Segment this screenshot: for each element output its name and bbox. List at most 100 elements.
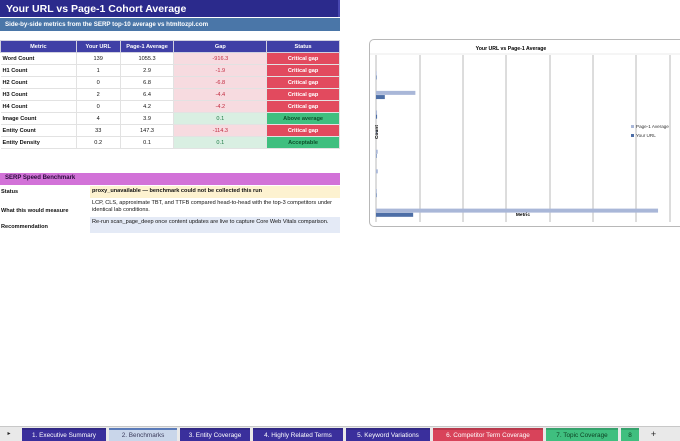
status-cell[interactable]: Critical gap — [266, 124, 340, 137]
bar-h3-count-your-url — [376, 153, 377, 158]
bar-word-count-your-url — [376, 212, 414, 217]
status-cell[interactable]: Critical gap — [266, 76, 340, 89]
page1-average-cell[interactable]: 3.9 — [119, 112, 175, 125]
sheet-tab[interactable]: 4. Highly Related Terms — [253, 428, 343, 441]
sheet-tab[interactable]: 3. Entity Coverage — [180, 428, 250, 441]
column-header[interactable]: Metric — [0, 40, 77, 53]
status-label: Status — [1, 189, 19, 195]
measure-value-cell[interactable]: LCP, CLS, approximate TBT, and TTFB comp… — [90, 198, 340, 217]
bar-entity-density-your-url — [376, 75, 377, 80]
status-cell[interactable]: Critical gap — [266, 88, 340, 101]
serp-recommendation-row: Recommendation Re-run scan_page_deep onc… — [0, 217, 340, 233]
page-title: Your URL vs Page-1 Cohort Average — [0, 0, 340, 17]
bar-entity-density-page-1-average — [376, 71, 377, 76]
legend-swatch — [631, 134, 634, 137]
table-row: Entity Density 0.2 0.1 0.1 Acceptable — [0, 136, 340, 149]
page1-average-cell[interactable]: 1055.3 — [119, 52, 175, 65]
page-subtitle: Side-by-side metrics from the SERP top-1… — [0, 18, 340, 31]
status-cell[interactable]: Critical gap — [266, 100, 340, 113]
plus-icon[interactable]: + — [647, 428, 660, 441]
table-header-row: Metric Your URL Page-1 Average Gap Statu… — [0, 40, 340, 53]
status-cell[interactable]: Critical gap — [266, 52, 340, 65]
metric-name-cell[interactable]: Word Count — [0, 52, 77, 65]
metric-name-cell[interactable]: Entity Count — [0, 124, 77, 137]
legend-swatch — [631, 125, 634, 128]
spreadsheet-sheet: Your URL vs Page-1 Cohort Average Side-b… — [0, 0, 680, 441]
gap-cell[interactable]: -114.3 — [173, 124, 268, 137]
chevron-left-icon[interactable]: ▸ — [3, 429, 15, 440]
bar-h1-count-your-url — [376, 193, 377, 198]
bar-h1-count-page-1-average — [376, 188, 377, 193]
your-url-cell[interactable]: 0 — [75, 100, 121, 113]
gap-cell[interactable]: -4.2 — [173, 100, 268, 113]
table-row: H2 Count 0 6.8 -6.8 Critical gap — [0, 76, 340, 89]
your-url-cell[interactable]: 0 — [75, 76, 121, 89]
status-cell[interactable]: Acceptable — [266, 136, 340, 149]
column-header[interactable]: Gap — [173, 40, 268, 53]
gap-cell[interactable]: -916.3 — [173, 52, 268, 65]
your-url-cell[interactable]: 4 — [75, 112, 121, 125]
page1-average-cell[interactable]: 2.9 — [119, 64, 175, 77]
your-url-cell[interactable]: 1 — [75, 64, 121, 77]
table-row: H4 Count 0 4.2 -4.2 Critical gap — [0, 100, 340, 113]
table-row: H3 Count 2 6.4 -4.4 Critical gap — [0, 88, 340, 101]
metric-name-cell[interactable]: H3 Count — [0, 88, 77, 101]
metric-name-cell[interactable]: Image Count — [0, 112, 77, 125]
table-row: H1 Count 1 2.9 -1.9 Critical gap — [0, 64, 340, 77]
bar-chart: Your URL vs Page-1 Average Count Metric … — [370, 46, 680, 222]
table-row: Entity Count 33 147.3 -114.3 Critical ga… — [0, 124, 340, 137]
gap-cell[interactable]: -4.4 — [173, 88, 268, 101]
metrics-table: Metric Your URL Page-1 Average Gap Statu… — [0, 40, 340, 149]
page1-average-cell[interactable]: 0.1 — [119, 136, 175, 149]
sheet-tab[interactable]: 5. Keyword Variations — [346, 428, 430, 441]
sheet-tab[interactable]: 6. Competitor Term Coverage — [433, 428, 543, 441]
bar-image-count-your-url — [376, 114, 378, 119]
legend-entry: Page-1 Average — [636, 124, 669, 129]
column-header[interactable]: Status — [266, 40, 340, 53]
bar-image-count-page-1-average — [376, 110, 378, 115]
status-cell[interactable]: Critical gap — [266, 64, 340, 77]
y-axis-label: Count — [374, 125, 380, 139]
serp-benchmark-heading: SERP Speed Benchmark — [0, 173, 340, 185]
sheet-tab[interactable]: 1. Executive Summary — [22, 428, 106, 441]
serp-status-row: Status proxy_unavailable — benchmark cou… — [0, 186, 340, 198]
gap-cell[interactable]: 0.1 — [173, 136, 268, 149]
bar-entity-count-your-url — [376, 95, 385, 100]
recommendation-value-cell[interactable]: Re-run scan_page_deep once content updat… — [90, 217, 340, 233]
page1-average-cell[interactable]: 6.4 — [119, 88, 175, 101]
metric-name-cell[interactable]: Entity Density — [0, 136, 77, 149]
legend-entry: Your URL — [636, 133, 656, 138]
sheet-tab-bar: ▸ 1. Executive Summary 2. Benchmarks 3. En… — [0, 426, 680, 441]
your-url-cell[interactable]: 33 — [75, 124, 121, 137]
table-row: Word Count 139 1055.3 -916.3 Critical ga… — [0, 52, 340, 65]
gap-cell[interactable]: 0.1 — [173, 112, 268, 125]
sheet-tab[interactable]: 2. Benchmarks — [109, 428, 177, 441]
chart-title: Your URL vs Page-1 Average — [476, 46, 547, 52]
column-header[interactable]: Your URL — [75, 40, 121, 53]
page1-average-cell[interactable]: 4.2 — [119, 100, 175, 113]
gap-cell[interactable]: -1.9 — [173, 64, 268, 77]
status-cell[interactable]: Above average — [266, 112, 340, 125]
column-header[interactable]: Page-1 Average — [119, 40, 175, 53]
sheet-tab[interactable]: 8 — [621, 428, 639, 441]
sheet-tab[interactable]: 7. Topic Coverage — [546, 428, 618, 441]
bar-entity-count-page-1-average — [376, 90, 416, 95]
your-url-cell[interactable]: 2 — [75, 88, 121, 101]
page1-average-cell[interactable]: 6.8 — [119, 76, 175, 89]
metric-name-cell[interactable]: H4 Count — [0, 100, 77, 113]
metric-name-cell[interactable]: H2 Count — [0, 76, 77, 89]
status-value-cell[interactable]: proxy_unavailable — benchmark could not … — [90, 186, 340, 198]
embedded-chart[interactable]: Your URL vs Page-1 Average Count Metric … — [369, 39, 680, 227]
recommendation-label: Recommendation — [1, 224, 48, 230]
gap-cell[interactable]: -6.8 — [173, 76, 268, 89]
bar-h2-count-page-1-average — [376, 169, 378, 174]
your-url-cell[interactable]: 139 — [75, 52, 121, 65]
serp-measure-row: What this would measure LCP, CLS, approx… — [0, 198, 340, 217]
chart-bars — [376, 71, 659, 217]
chart-legend[interactable]: Page-1 Average Your URL — [631, 124, 669, 138]
page1-average-cell[interactable]: 147.3 — [119, 124, 175, 137]
table-row: Image Count 4 3.9 0.1 Above average — [0, 112, 340, 125]
metric-name-cell[interactable]: H1 Count — [0, 64, 77, 77]
chart-gridlines — [375, 55, 671, 222]
your-url-cell[interactable]: 0.2 — [75, 136, 121, 149]
